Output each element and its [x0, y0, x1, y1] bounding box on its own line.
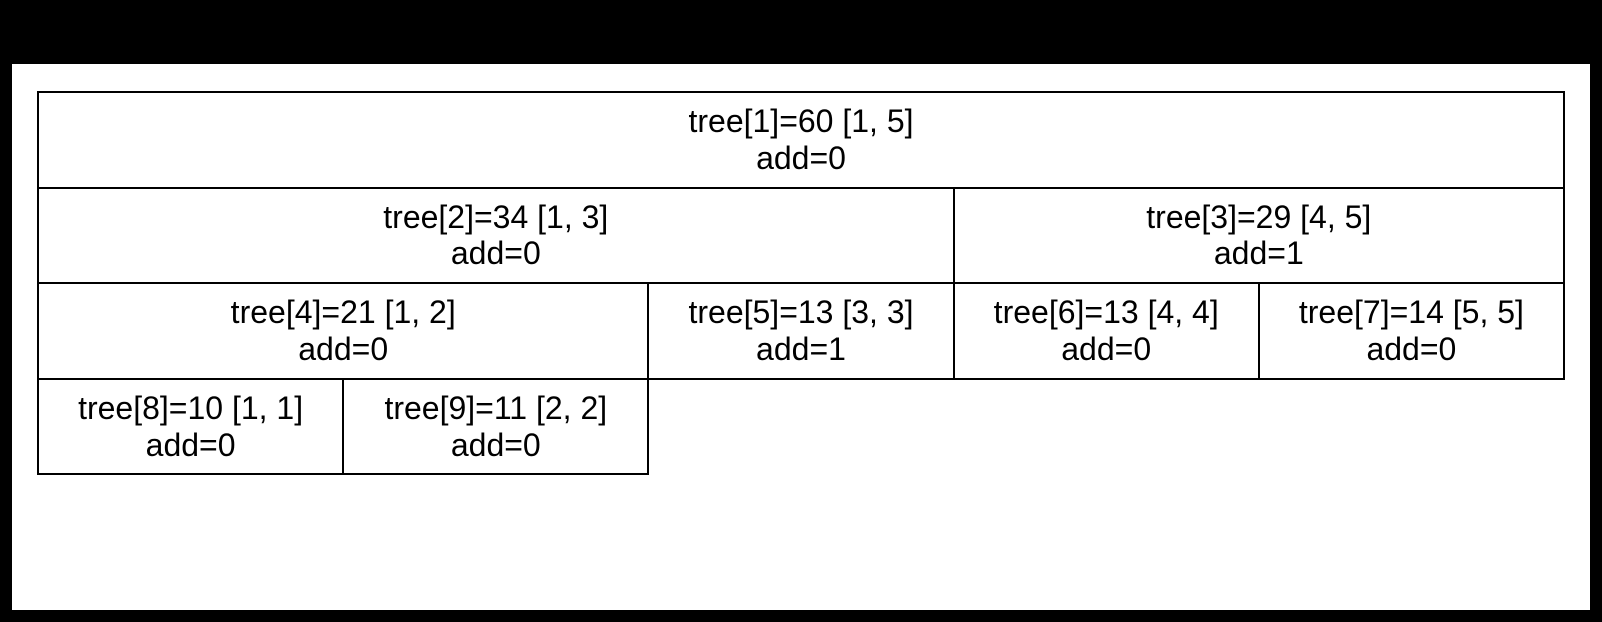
tree-node-7: tree[7]=14 [5, 5] add=0	[1258, 282, 1565, 380]
tree-node-label: tree[8]=10 [1, 1]	[78, 390, 303, 427]
tree-node-add: add=0	[298, 331, 388, 368]
tree-node-label: tree[2]=34 [1, 3]	[383, 199, 608, 236]
tree-node-9: tree[9]=11 [2, 2] add=0	[342, 378, 649, 476]
tree-node-1: tree[1]=60 [1, 5] add=0	[37, 91, 1565, 189]
tree-node-add: add=0	[146, 427, 236, 464]
tree-node-add: add=0	[451, 427, 541, 464]
tree-node-2: tree[2]=34 [1, 3] add=0	[37, 187, 955, 285]
tree-node-label: tree[4]=21 [1, 2]	[231, 294, 456, 331]
page: tree[1]=60 [1, 5] add=0 tree[2]=34 [1, 3…	[0, 0, 1602, 622]
tree-node-label: tree[5]=13 [3, 3]	[688, 294, 913, 331]
segment-tree: tree[1]=60 [1, 5] add=0 tree[2]=34 [1, 3…	[38, 92, 1564, 474]
tree-node-add: add=1	[756, 331, 846, 368]
tree-node-add: add=0	[451, 235, 541, 272]
tree-node-6: tree[6]=13 [4, 4] add=0	[953, 282, 1260, 380]
tree-node-8: tree[8]=10 [1, 1] add=0	[37, 378, 344, 476]
tree-node-add: add=0	[756, 140, 846, 177]
tree-node-label: tree[3]=29 [4, 5]	[1146, 199, 1371, 236]
tree-node-label: tree[6]=13 [4, 4]	[994, 294, 1219, 331]
tree-node-label: tree[7]=14 [5, 5]	[1299, 294, 1524, 331]
tree-node-add: add=0	[1366, 331, 1456, 368]
tree-node-3: tree[3]=29 [4, 5] add=1	[953, 187, 1565, 285]
tree-node-add: add=1	[1214, 235, 1304, 272]
diagram-panel: tree[1]=60 [1, 5] add=0 tree[2]=34 [1, 3…	[10, 62, 1592, 612]
tree-node-add: add=0	[1061, 331, 1151, 368]
tree-node-label: tree[9]=11 [2, 2]	[384, 390, 607, 427]
tree-node-5: tree[5]=13 [3, 3] add=1	[647, 282, 954, 380]
tree-node-4: tree[4]=21 [1, 2] add=0	[37, 282, 649, 380]
tree-node-label: tree[1]=60 [1, 5]	[688, 103, 913, 140]
